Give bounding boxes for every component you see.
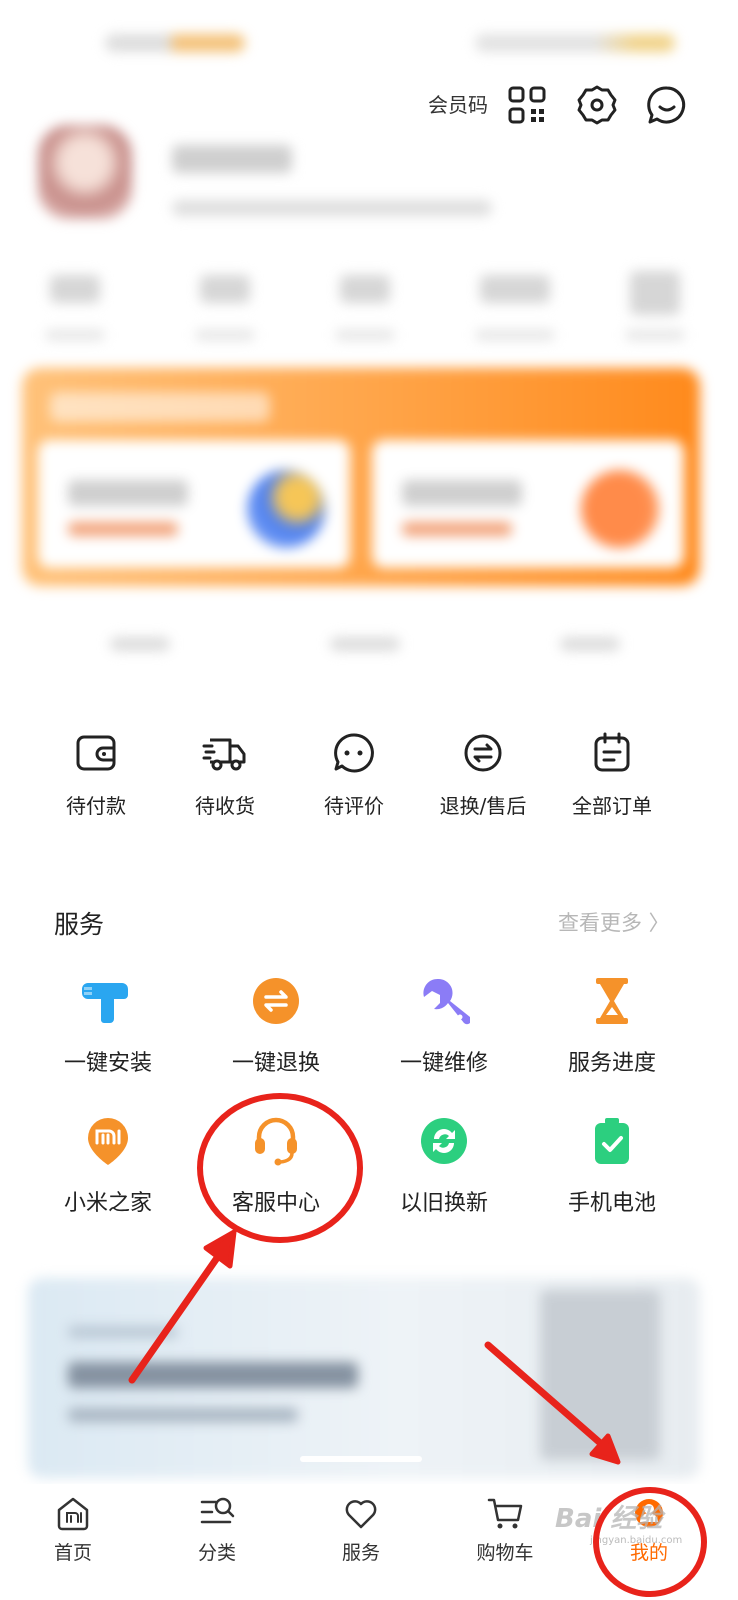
services-more-link[interactable]: 查看更多 〉 [558, 907, 670, 937]
page-indicator-blurred [100, 632, 640, 656]
member-code-button[interactable]: 会员码 [428, 90, 488, 120]
service-label: 一键维修 [399, 1051, 488, 1076]
wrench-icon [423, 978, 470, 1025]
message-icon[interactable] [646, 84, 688, 126]
nav-cart[interactable]: 购物车 [450, 1494, 560, 1584]
user-info-blurred [172, 200, 492, 216]
service-one-click-repair[interactable]: 一键维修 [364, 975, 524, 1095]
order-pending-payment[interactable]: 待付款 [34, 730, 158, 830]
service-label: 客服中心 [231, 1191, 320, 1216]
banner-text-blurred [68, 1326, 178, 1338]
headset-icon [255, 1117, 297, 1166]
service-trade-in[interactable]: 以旧换新 [364, 1115, 524, 1235]
watermark-url: jingyan.baidu.com [590, 1535, 683, 1546]
order-list-icon [594, 732, 630, 772]
order-refund-aftersale[interactable]: 退换/售后 [421, 730, 545, 830]
order-pending-delivery[interactable]: 待收货 [163, 730, 287, 830]
service-phone-battery[interactable]: 手机电池 [532, 1115, 692, 1235]
order-all-label: 全部订单 [572, 794, 652, 818]
nav-category-label: 分类 [197, 1542, 236, 1564]
delivery-truck-icon [202, 738, 246, 771]
nav-service[interactable]: 服务 [306, 1494, 416, 1584]
service-mi-home-store[interactable]: 小米之家 [28, 1115, 188, 1235]
comment-icon [334, 733, 374, 773]
wallet-icon [76, 735, 116, 771]
mi-store-pin-icon [88, 1118, 128, 1165]
service-label: 一键退换 [231, 1051, 320, 1076]
status-bar-right [475, 34, 675, 52]
battery-icon [595, 1118, 629, 1164]
service-label: 手机电池 [567, 1191, 656, 1216]
order-pending-review-label: 待评价 [324, 794, 384, 818]
avatar[interactable] [38, 125, 132, 219]
service-label: 以旧换新 [399, 1191, 488, 1216]
service-one-click-exchange[interactable]: 一键退换 [196, 975, 356, 1095]
trade-in-icon [421, 1118, 467, 1164]
services-section-title: 服务 [54, 910, 105, 939]
username-blurred [172, 145, 292, 173]
category-icon [200, 1497, 235, 1524]
nav-service-label: 服务 [341, 1542, 380, 1564]
settings-gear-icon[interactable] [576, 84, 618, 126]
order-pending-delivery-label: 待收货 [195, 794, 255, 818]
hourglass-icon [596, 978, 628, 1024]
home-icon [57, 1497, 89, 1531]
cart-icon [487, 1498, 523, 1529]
service-label: 一键安装 [63, 1051, 152, 1076]
service-label: 服务进度 [567, 1051, 656, 1076]
install-drill-icon [82, 983, 128, 1023]
service-label: 小米之家 [63, 1191, 152, 1216]
member-card-right-blurred[interactable] [372, 440, 684, 568]
watermark-logo: Bai 经验 [555, 1504, 663, 1534]
member-card-title-blurred [50, 392, 270, 422]
service-one-click-install[interactable]: 一键安装 [28, 975, 188, 1095]
nav-home[interactable]: 首页 [18, 1494, 128, 1584]
banner-product-blurred [540, 1290, 660, 1460]
banner-page-indicator [300, 1456, 422, 1462]
order-all[interactable]: 全部订单 [550, 730, 674, 830]
nav-cart-label: 购物车 [476, 1542, 534, 1564]
status-bar [0, 0, 738, 80]
member-card-left-blurred[interactable] [38, 440, 350, 568]
service-progress[interactable]: 服务进度 [532, 975, 692, 1095]
qr-code-icon[interactable] [506, 84, 548, 126]
nav-category[interactable]: 分类 [162, 1494, 272, 1584]
banner-text-blurred [68, 1362, 358, 1388]
exchange-icon [464, 734, 502, 772]
order-pending-review[interactable]: 待评价 [292, 730, 416, 830]
order-refund-aftersale-label: 退换/售后 [439, 794, 527, 818]
exchange-circle-icon [253, 978, 299, 1024]
service-customer-center[interactable]: 客服中心 [196, 1115, 356, 1235]
banner-text-blurred [68, 1408, 298, 1422]
order-pending-payment-label: 待付款 [66, 794, 126, 818]
status-bar-left [105, 34, 245, 52]
account-stats-blurred [30, 271, 710, 355]
nav-home-label: 首页 [53, 1542, 92, 1564]
heart-icon [345, 1500, 377, 1529]
